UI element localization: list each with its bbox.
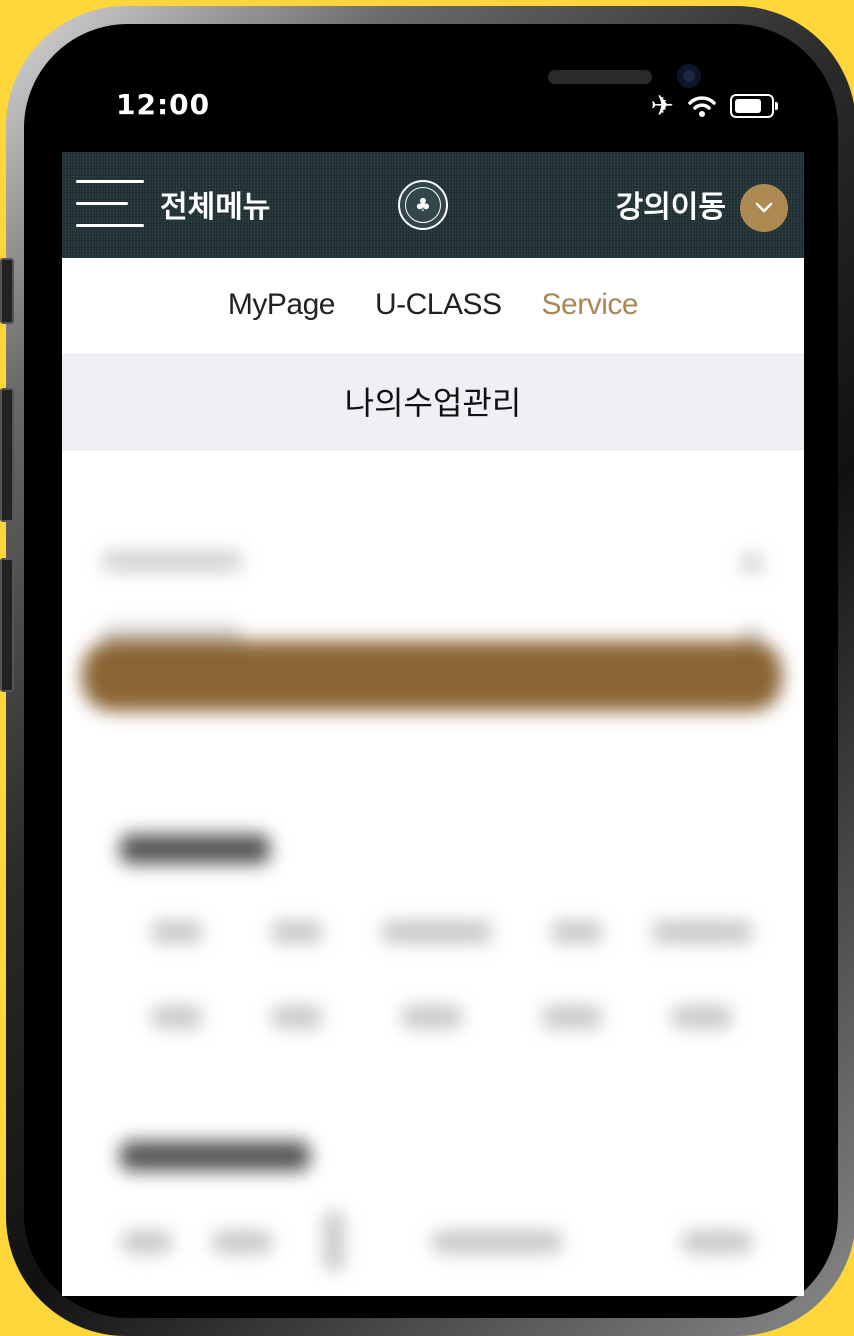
- blurred-section-heading: [120, 834, 270, 864]
- mute-switch: [0, 258, 14, 324]
- volume-up-button: [0, 388, 14, 522]
- blurred-cell: [272, 921, 322, 943]
- blurred-content-area: [62, 451, 804, 1296]
- tab-service[interactable]: Service: [542, 288, 639, 322]
- chevron-down-icon: [755, 202, 773, 213]
- course-move-button[interactable]: [740, 184, 788, 232]
- airplane-icon: ✈: [650, 89, 674, 122]
- battery-icon: [730, 94, 778, 118]
- status-bar: 12:00 ✈: [62, 86, 804, 136]
- blurred-select-row: [102, 551, 762, 575]
- blurred-cell: [402, 1006, 462, 1028]
- page-title: 나의수업관리: [344, 384, 522, 422]
- speaker-grille: [548, 70, 652, 84]
- blurred-action-bar: [82, 641, 782, 711]
- blurred-cell: [212, 1231, 272, 1253]
- hamburger-icon[interactable]: [76, 176, 144, 232]
- blurred-cell: [432, 1231, 562, 1253]
- tab-mypage[interactable]: MyPage: [228, 288, 336, 322]
- blurred-cell: [152, 921, 202, 943]
- blurred-cell: [272, 1006, 322, 1028]
- blurred-section-heading: [120, 1141, 310, 1171]
- status-time: 12:00: [116, 88, 211, 121]
- app-header: 전체메뉴 ♣ 강의이동: [62, 152, 804, 258]
- blurred-cell: [122, 1231, 172, 1253]
- course-move-label[interactable]: 강의이동: [616, 182, 726, 226]
- phone-screen: 12:00 ✈ 전체메뉴 ♣ 강의이동 MyPage U-CLASS Servi…: [62, 36, 804, 1296]
- blurred-cell: [542, 1006, 602, 1028]
- blurred-overlay: [62, 451, 804, 1296]
- blurred-cell: [324, 1211, 344, 1271]
- wifi-icon: [688, 96, 716, 117]
- volume-down-button: [0, 558, 14, 692]
- full-menu-label[interactable]: 전체메뉴: [160, 182, 270, 226]
- blurred-cell: [382, 921, 492, 943]
- blurred-cell: [672, 1006, 732, 1028]
- blurred-cell: [152, 1006, 202, 1028]
- seal-emblem-icon: ♣: [405, 187, 441, 223]
- tab-list: MyPage U-CLASS Service: [62, 258, 804, 322]
- blurred-cell: [652, 921, 752, 943]
- top-nav-tabs: MyPage U-CLASS Service: [62, 258, 804, 355]
- tab-uclass[interactable]: U-CLASS: [375, 288, 502, 322]
- blurred-cell: [552, 921, 602, 943]
- blurred-cell: [682, 1231, 752, 1253]
- university-logo[interactable]: ♣: [398, 180, 448, 230]
- front-camera: [677, 64, 701, 88]
- status-icons: ✈: [650, 89, 778, 122]
- page-title-bar: 나의수업관리: [62, 355, 804, 451]
